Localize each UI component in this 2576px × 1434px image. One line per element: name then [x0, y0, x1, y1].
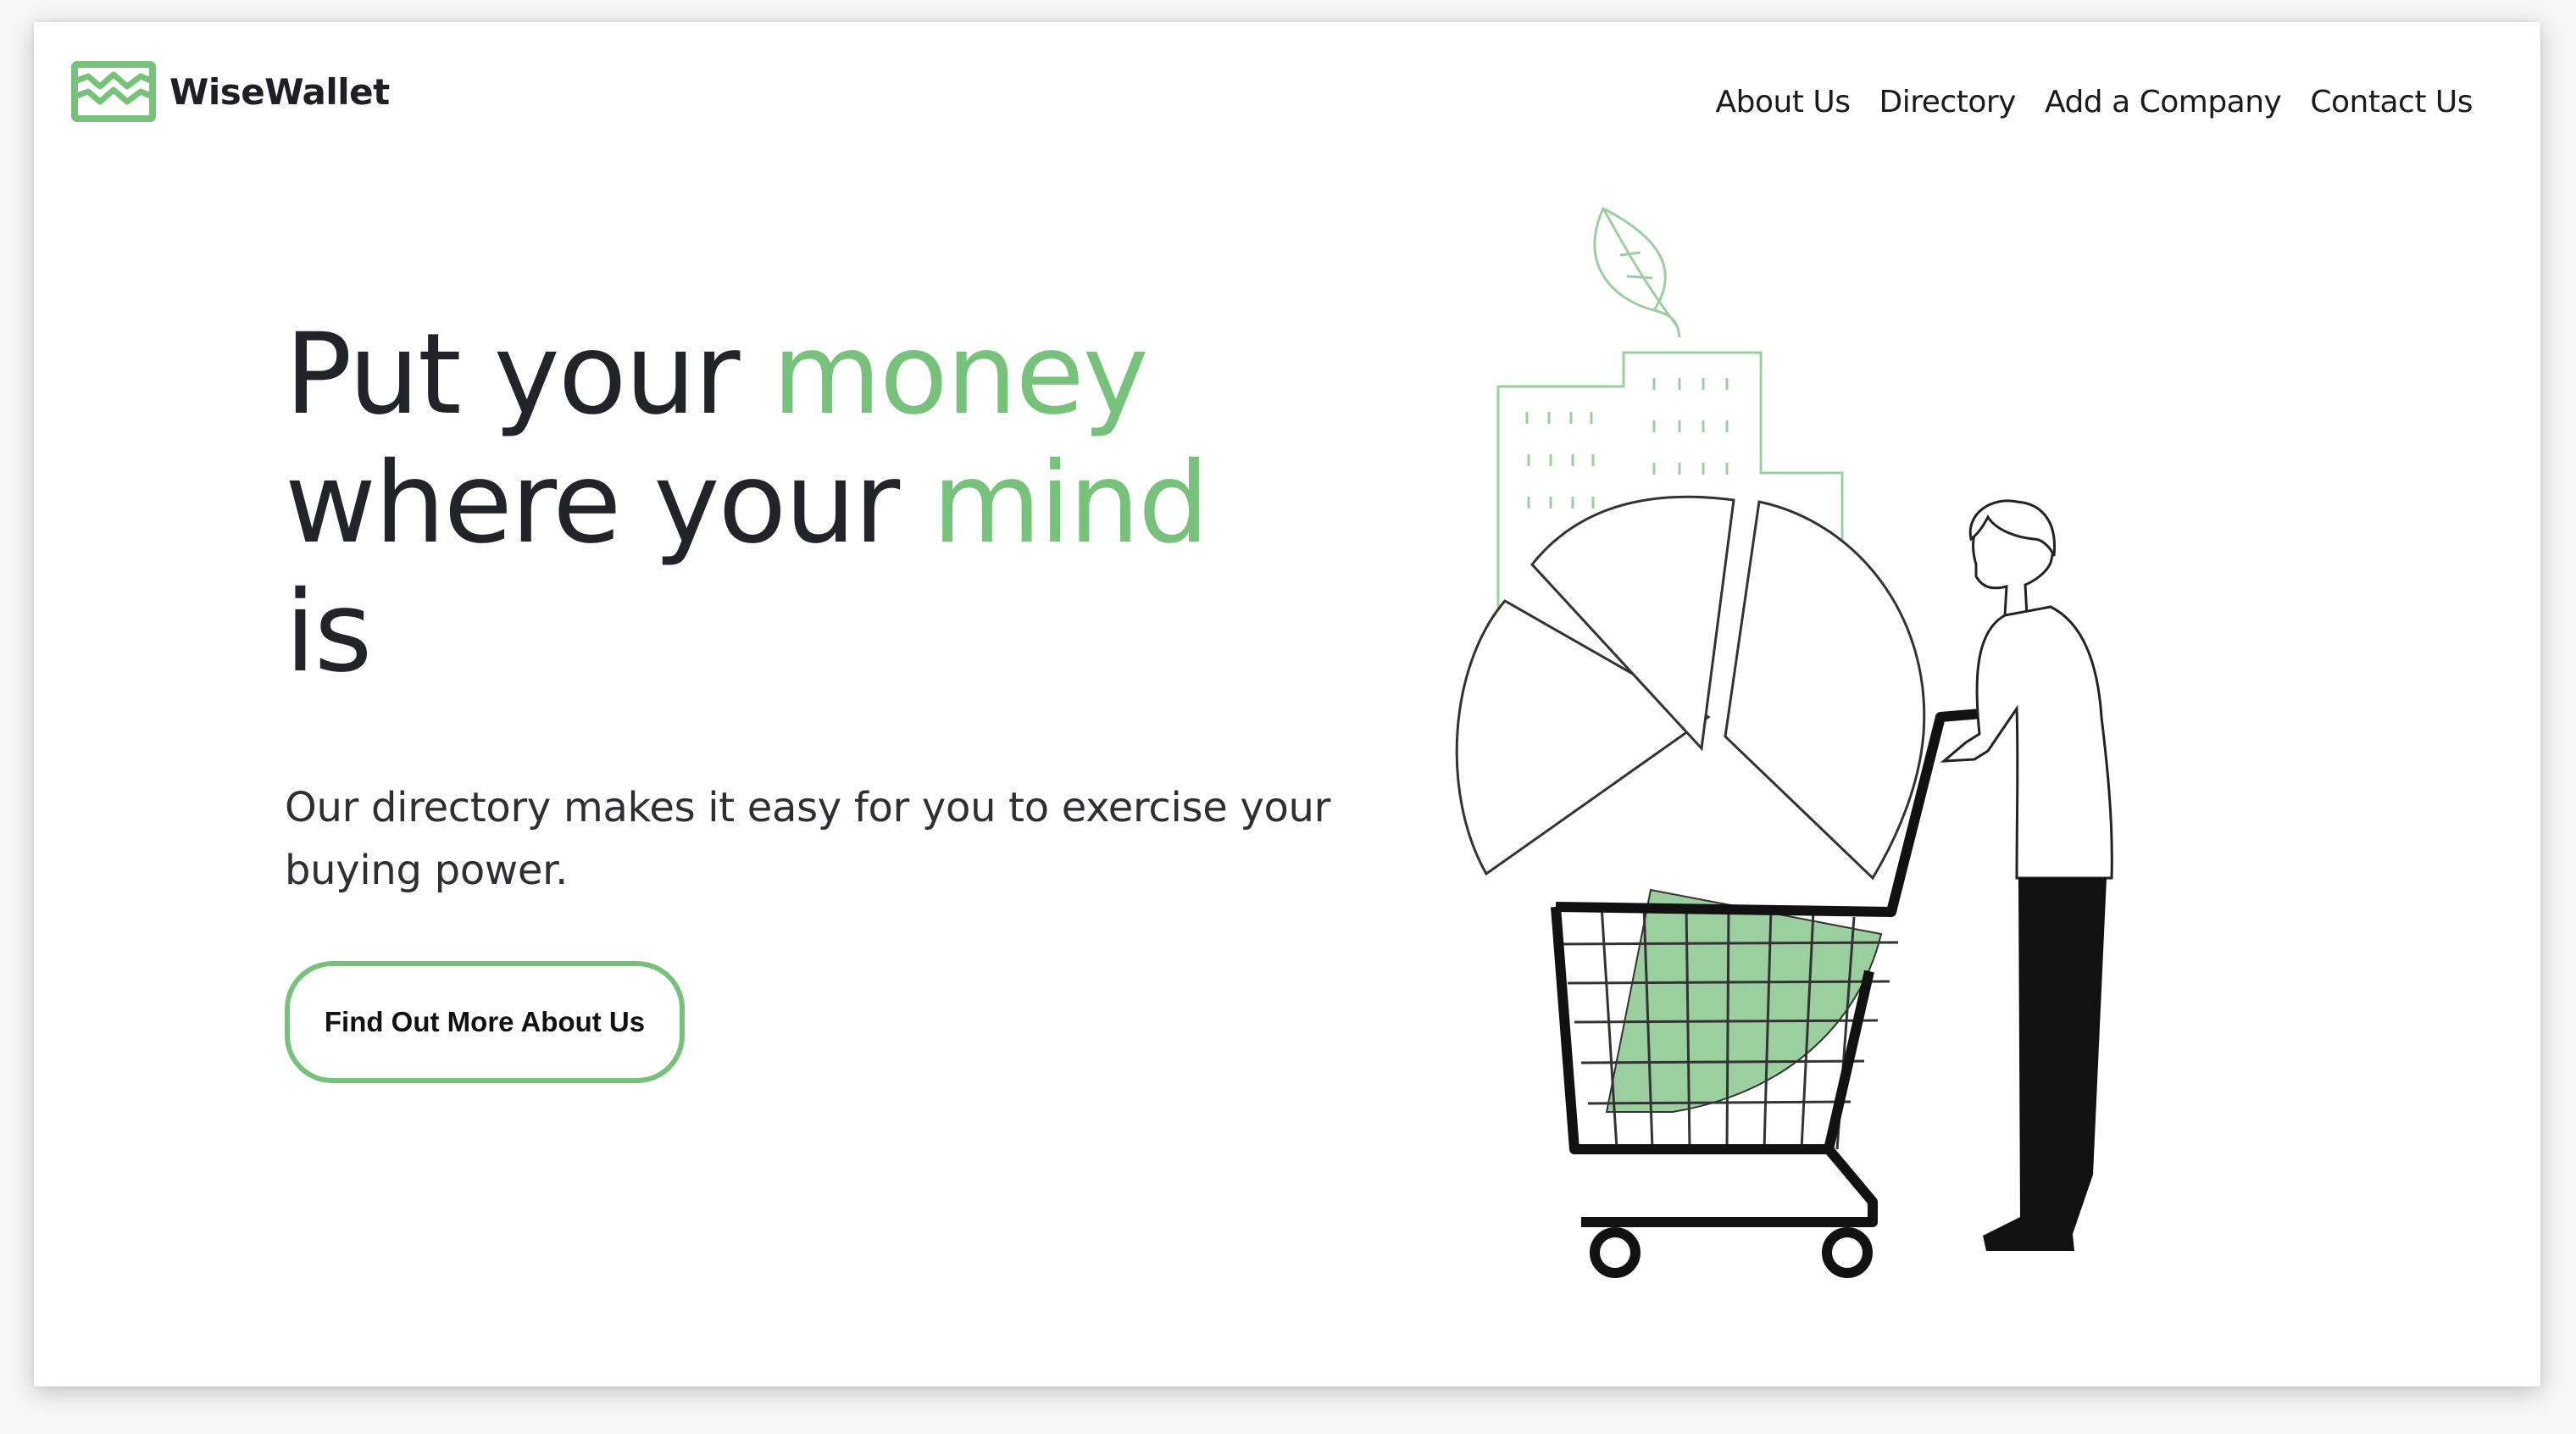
nav-directory[interactable]: Directory	[1879, 85, 2017, 119]
pie-chart-icon	[1455, 495, 1926, 881]
find-out-more-button[interactable]: Find Out More About Us	[285, 961, 685, 1083]
brand-name: WiseWallet	[169, 70, 390, 113]
page-frame: WiseWallet About Us Directory Add a Comp…	[34, 22, 2540, 1387]
nav-contact-us[interactable]: Contact Us	[2310, 85, 2473, 119]
headline-part: is	[285, 567, 372, 698]
headline-part: where your	[285, 438, 933, 569]
nav-add-company[interactable]: Add a Company	[2045, 85, 2282, 119]
main-nav: About Us Directory Add a Company Contact…	[1716, 85, 2473, 119]
logo[interactable]: WiseWallet	[71, 61, 390, 122]
wallet-wave-icon	[71, 61, 156, 122]
person-icon	[1940, 499, 2113, 1251]
headline-accent-mind: mind	[932, 438, 1209, 569]
leaf-icon	[1593, 206, 1681, 338]
hero-subtext: Our directory makes it easy for you to e…	[285, 784, 1331, 894]
hero-illustration	[1455, 206, 2113, 1278]
headline-part: Put your	[285, 309, 773, 440]
headline-accent-money: money	[772, 309, 1148, 440]
shopping-cart-icon	[1551, 709, 1982, 1278]
hero-headline: Put your money where your mind is	[285, 310, 1471, 697]
nav-about-us[interactable]: About Us	[1716, 85, 1851, 119]
